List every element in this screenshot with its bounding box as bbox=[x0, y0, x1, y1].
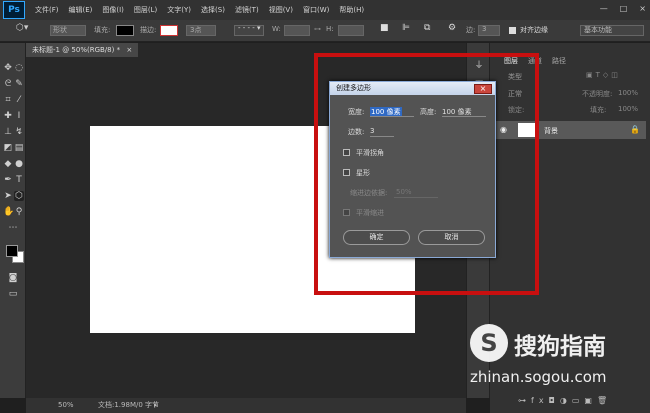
stroke-label: 描边: bbox=[140, 26, 157, 34]
mode-value: 形状 bbox=[53, 26, 67, 34]
fill-label: 填充: bbox=[590, 106, 607, 114]
polygon-tool-icon[interactable]: ⬡ bbox=[14, 191, 24, 201]
window-controls: — □ × bbox=[600, 4, 646, 13]
path-arrangement-icon[interactable]: ⧉ bbox=[424, 23, 430, 33]
brush-tool-icon[interactable]: ⵏ bbox=[14, 111, 24, 121]
gradient-tool-icon[interactable]: ▤ bbox=[14, 143, 24, 153]
eyedropper-tool-icon[interactable]: ⁄ bbox=[14, 95, 24, 105]
watermark-url: zhinan.sogou.com bbox=[470, 368, 607, 386]
fill-value[interactable]: 100% bbox=[618, 105, 638, 113]
lasso-tool-icon[interactable]: ᘓ bbox=[3, 79, 13, 89]
status-bar: 50% 文档:1.98M/0 字节 ▸ bbox=[26, 398, 466, 413]
document-info: 文档:1.98M/0 字节 bbox=[98, 401, 160, 409]
fill-label: 填充: bbox=[94, 26, 111, 34]
layer-filter-icons[interactable]: ▣T◇◫ bbox=[586, 71, 621, 79]
minimize-button[interactable]: — bbox=[600, 4, 608, 13]
type-tool-icon[interactable]: T bbox=[14, 175, 24, 185]
zoom-level[interactable]: 50% bbox=[58, 398, 74, 413]
zoom-tool-icon[interactable]: ⚲ bbox=[14, 207, 24, 217]
sogou-logo-icon: S bbox=[470, 324, 508, 362]
w-field[interactable] bbox=[284, 25, 310, 36]
menu-file[interactable]: 文件(F) bbox=[35, 5, 59, 15]
blur-tool-icon[interactable]: ◆ bbox=[3, 159, 13, 169]
move-tool-icon[interactable]: ✥ bbox=[3, 63, 13, 73]
options-bar: ⬡▾ 形状 填充: 描边: 3点 - - - - ▾ W: ⊶ H: ■ ⊫ ⧉… bbox=[0, 20, 650, 42]
polygon-tool-preset-icon[interactable]: ⬡▾ bbox=[16, 23, 28, 33]
clone-stamp-tool-icon[interactable]: ⊥ bbox=[3, 127, 13, 137]
stroke-dash-icon: - - - - ▾ bbox=[238, 24, 261, 32]
lock-icon: 🔒 bbox=[630, 125, 640, 134]
h-field[interactable] bbox=[338, 25, 364, 36]
close-window-button[interactable]: × bbox=[639, 4, 646, 13]
path-selection-tool-icon[interactable]: ➤ bbox=[3, 191, 13, 201]
screen-mode-icon[interactable]: ▭ bbox=[8, 289, 18, 299]
h-label: H: bbox=[326, 25, 334, 33]
menu-edit[interactable]: 编辑(E) bbox=[69, 5, 93, 15]
marquee-tool-icon[interactable]: ◌ bbox=[14, 63, 24, 73]
quick-mask-icon[interactable]: ◙ bbox=[8, 273, 18, 283]
history-brush-tool-icon[interactable]: ↯ bbox=[14, 127, 24, 137]
edge-label: 边: bbox=[466, 26, 476, 34]
close-tab-icon[interactable]: × bbox=[126, 46, 132, 54]
hand-tool-icon[interactable]: ✋ bbox=[3, 207, 14, 217]
layer-name: 背景 bbox=[544, 127, 558, 135]
w-label: W: bbox=[272, 25, 281, 33]
path-operations-icon[interactable]: ■ bbox=[380, 23, 389, 33]
watermark-brand: 搜狗指南 bbox=[514, 334, 606, 360]
tools-panel: ✥ ◌ ᘓ ✎ ⌗ ⁄ ✚ ⵏ ⊥ ↯ ◩ ▤ ◆ ● ✒ T ➤ ⬡ ✋ ⚲ … bbox=[0, 43, 26, 398]
tab-paths[interactable]: 路径 bbox=[552, 56, 566, 66]
fill-swatch[interactable] bbox=[116, 25, 134, 36]
eraser-tool-icon[interactable]: ◩ bbox=[3, 143, 13, 153]
quick-select-tool-icon[interactable]: ✎ bbox=[14, 79, 24, 89]
workspace-value: 基本功能 bbox=[584, 26, 612, 34]
path-alignment-icon[interactable]: ⊫ bbox=[402, 23, 410, 33]
menu-filter[interactable]: 滤镜(T) bbox=[235, 5, 259, 15]
stroke-width-value: 3点 bbox=[190, 26, 202, 34]
highlight-annotation-box bbox=[314, 53, 539, 295]
photoshop-logo: Ps bbox=[3, 1, 25, 19]
healing-brush-tool-icon[interactable]: ✚ bbox=[3, 111, 13, 121]
opacity-value[interactable]: 100% bbox=[618, 89, 638, 97]
link-icon[interactable]: ⊶ bbox=[314, 25, 321, 33]
more-tools-icon[interactable]: ⋯ bbox=[8, 223, 18, 233]
document-tab-title: 未标题-1 @ 50%(RGB/8) * bbox=[32, 46, 121, 54]
foreground-color-swatch[interactable] bbox=[6, 245, 18, 257]
menu-window[interactable]: 窗口(W) bbox=[303, 5, 329, 15]
menu-image[interactable]: 图像(I) bbox=[102, 5, 124, 15]
document-tab[interactable]: 未标题-1 @ 50%(RGB/8) * × bbox=[26, 43, 139, 57]
stroke-swatch[interactable] bbox=[160, 25, 178, 36]
pen-tool-icon[interactable]: ✒ bbox=[3, 175, 13, 185]
crop-tool-icon[interactable]: ⌗ bbox=[3, 95, 13, 105]
edge-value: 3 bbox=[482, 25, 487, 33]
menu-select[interactable]: 选择(S) bbox=[201, 5, 225, 15]
maximize-button[interactable]: □ bbox=[620, 4, 628, 13]
status-arrow-icon[interactable]: ▸ bbox=[154, 398, 158, 413]
opacity-label: 不透明度: bbox=[582, 90, 613, 98]
menu-view[interactable]: 视图(V) bbox=[269, 5, 293, 15]
menu-bar: Ps 文件(F) 编辑(E) 图像(I) 图层(L) 文字(Y) 选择(S) 滤… bbox=[0, 0, 650, 20]
dodge-tool-icon[interactable]: ● bbox=[14, 159, 24, 169]
menu-help[interactable]: 帮助(H) bbox=[339, 5, 364, 15]
gear-icon[interactable]: ⚙ bbox=[448, 23, 456, 33]
layer-actions-icons[interactable]: ⊶fx◘◑▭▣🗑 bbox=[518, 396, 612, 405]
menu-type[interactable]: 文字(Y) bbox=[167, 5, 191, 15]
align-edges-label: 对齐边缘 bbox=[520, 26, 548, 34]
menu-layer[interactable]: 图层(L) bbox=[134, 5, 157, 15]
align-edges-checkbox[interactable] bbox=[509, 27, 516, 34]
